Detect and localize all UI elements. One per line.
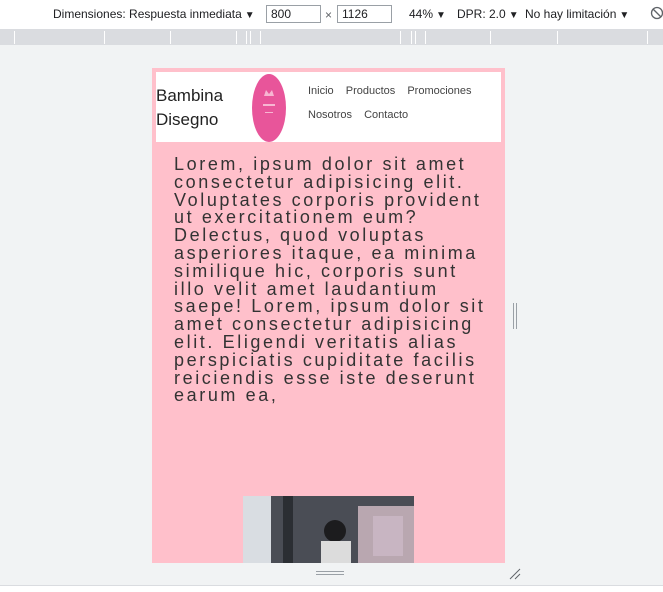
nav-link-promociones[interactable]: Promociones bbox=[407, 85, 471, 97]
corner-resize-icon[interactable] bbox=[508, 567, 522, 581]
dpr-dropdown[interactable]: DPR: 2.0 ▼ bbox=[457, 7, 519, 21]
body-paragraph: Lorem, ipsum dolor sit amet consectetur … bbox=[174, 154, 486, 406]
zoom-dropdown[interactable]: 44% ▼ bbox=[409, 7, 446, 21]
dimensions-label: Dimensiones: Respuesta inmediata bbox=[53, 7, 242, 21]
height-input[interactable]: 1126 bbox=[337, 5, 392, 23]
nav-link-inicio[interactable]: Inicio bbox=[308, 85, 334, 97]
right-resize-handle[interactable] bbox=[513, 303, 519, 329]
dpr-label: DPR: 2.0 bbox=[457, 7, 506, 21]
chevron-down-icon: ▼ bbox=[619, 10, 630, 21]
nav-link-nosotros[interactable]: Nosotros bbox=[308, 109, 352, 121]
width-input[interactable]: 800 bbox=[266, 5, 321, 23]
chevron-down-icon: ▼ bbox=[244, 10, 255, 21]
site-navbar: Bambina Disegno Inicio Productos Promoci… bbox=[156, 72, 501, 142]
site-logo[interactable] bbox=[252, 74, 286, 142]
chevron-down-icon: ▼ bbox=[436, 10, 446, 21]
throttle-label: No hay limitación bbox=[525, 7, 617, 21]
devtools-toolbar: Dimensiones: Respuesta inmediata ▼ 800 × … bbox=[0, 0, 663, 30]
chevron-down-icon: ▼ bbox=[508, 10, 519, 21]
nav-link-contacto[interactable]: Contacto bbox=[364, 109, 408, 121]
nav-links: Inicio Productos Promociones Nosotros Co… bbox=[308, 85, 498, 133]
product-photo bbox=[243, 496, 414, 563]
device-viewport-area: Bambina Disegno Inicio Productos Promoci… bbox=[0, 45, 663, 585]
throttle-dropdown[interactable]: No hay limitación ▼ bbox=[525, 7, 629, 21]
emulated-page: Bambina Disegno Inicio Productos Promoci… bbox=[152, 68, 505, 563]
site-brand[interactable]: Bambina Disegno bbox=[156, 84, 246, 132]
rotate-icon[interactable] bbox=[650, 6, 663, 23]
times-sign: × bbox=[325, 8, 333, 22]
bottom-resize-handle[interactable] bbox=[316, 571, 344, 577]
nav-link-productos[interactable]: Productos bbox=[346, 85, 396, 97]
media-query-ruler[interactable] bbox=[0, 30, 663, 45]
dimensions-dropdown[interactable]: Dimensiones: Respuesta inmediata ▼ bbox=[53, 7, 255, 21]
zoom-label: 44% bbox=[409, 7, 434, 21]
logo-crown-icon bbox=[263, 90, 275, 113]
